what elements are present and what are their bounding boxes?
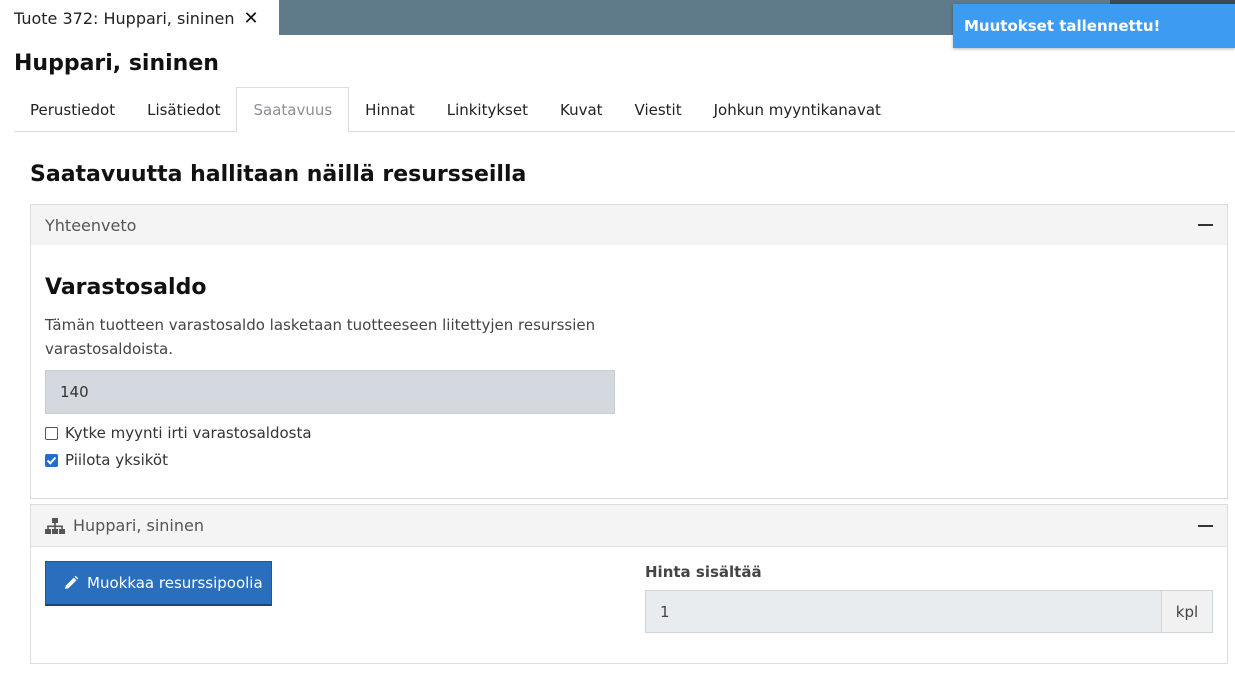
section-title: Saatavuutta hallitaan näillä resursseill… xyxy=(30,162,527,187)
document-tab[interactable]: Tuote 372: Huppari, sininen ✕ xyxy=(0,0,279,36)
tab-bar: Perustiedot Lisätiedot Saatavuus Hinnat … xyxy=(14,87,1235,133)
price-includes-label: Hinta sisältää xyxy=(645,563,762,581)
close-icon[interactable]: ✕ xyxy=(243,8,258,29)
stock-description: Tämän tuotteen varastosaldo lasketaan tu… xyxy=(45,316,596,358)
tab-linkitykset[interactable]: Linkitykset xyxy=(431,87,544,132)
edit-resource-pool-label: Muokkaa resurssipoolia xyxy=(87,574,263,592)
sitemap-icon xyxy=(45,517,65,534)
resource-panel-title: Huppari, sininen xyxy=(73,516,204,535)
tab-saatavuus[interactable]: Saatavuus xyxy=(236,87,350,133)
tab-label: Johkun myyntikanavat xyxy=(713,100,881,119)
decouple-sales-option[interactable]: Kytke myynti irti varastosaldosta xyxy=(45,424,312,442)
price-unit-label: kpl xyxy=(1175,602,1199,621)
price-includes-group: 1 kpl xyxy=(645,590,1213,633)
stock-heading: Varastosaldo xyxy=(45,275,207,300)
tab-label: Kuvat xyxy=(559,100,603,119)
stock-balance-value: 140 xyxy=(60,383,89,401)
tab-perustiedot[interactable]: Perustiedot xyxy=(14,87,131,132)
pencil-icon xyxy=(65,575,79,589)
tab-kuvat[interactable]: Kuvat xyxy=(544,87,619,132)
tab-label: Perustiedot xyxy=(30,100,116,119)
hide-units-checkbox[interactable] xyxy=(45,453,58,467)
decouple-sales-label: Kytke myynti irti varastosaldosta xyxy=(65,424,312,442)
tab-hinnat[interactable]: Hinnat xyxy=(349,87,431,132)
price-includes-value: 1 xyxy=(660,602,670,621)
price-unit-addon: kpl xyxy=(1162,590,1213,633)
checkmark-icon xyxy=(46,456,57,465)
resource-panel: Huppari, sininen Muokkaa resurssipoolia … xyxy=(30,504,1228,664)
price-includes-input[interactable]: 1 xyxy=(645,590,1162,633)
summary-panel-header[interactable]: Yhteenveto xyxy=(31,205,1227,245)
resource-panel-header[interactable]: Huppari, sininen xyxy=(31,505,1227,547)
summary-panel-title: Yhteenveto xyxy=(45,215,137,235)
hide-units-option[interactable]: Piilota yksiköt xyxy=(45,451,168,469)
minus-icon[interactable] xyxy=(1198,224,1213,226)
hide-units-label: Piilota yksiköt xyxy=(65,451,168,469)
tab-viestit[interactable]: Viestit xyxy=(619,87,698,132)
tab-label: Linkitykset xyxy=(446,100,528,119)
tab-label: Saatavuus xyxy=(253,101,333,119)
tab-label: Lisätiedot xyxy=(147,100,221,119)
toast-message: Muutokset tallennettu! xyxy=(964,17,1161,35)
tab-johkun-myyntikanavat[interactable]: Johkun myyntikanavat xyxy=(698,87,897,132)
page-title: Huppari, sininen xyxy=(14,51,219,76)
save-notification-toast: Muutokset tallennettu! xyxy=(953,4,1235,48)
tab-lisatiedot[interactable]: Lisätiedot xyxy=(131,87,236,132)
summary-panel: Yhteenveto Varastosaldo Tämän tuotteen v… xyxy=(30,204,1228,499)
tab-label: Viestit xyxy=(634,100,682,119)
tab-label: Hinnat xyxy=(365,100,415,119)
edit-resource-pool-button[interactable]: Muokkaa resurssipoolia xyxy=(45,561,272,606)
document-tab-title: Tuote 372: Huppari, sininen xyxy=(14,8,235,28)
minus-icon[interactable] xyxy=(1198,524,1213,527)
decouple-sales-checkbox[interactable] xyxy=(45,426,58,440)
stock-balance-field: 140 xyxy=(45,370,615,414)
